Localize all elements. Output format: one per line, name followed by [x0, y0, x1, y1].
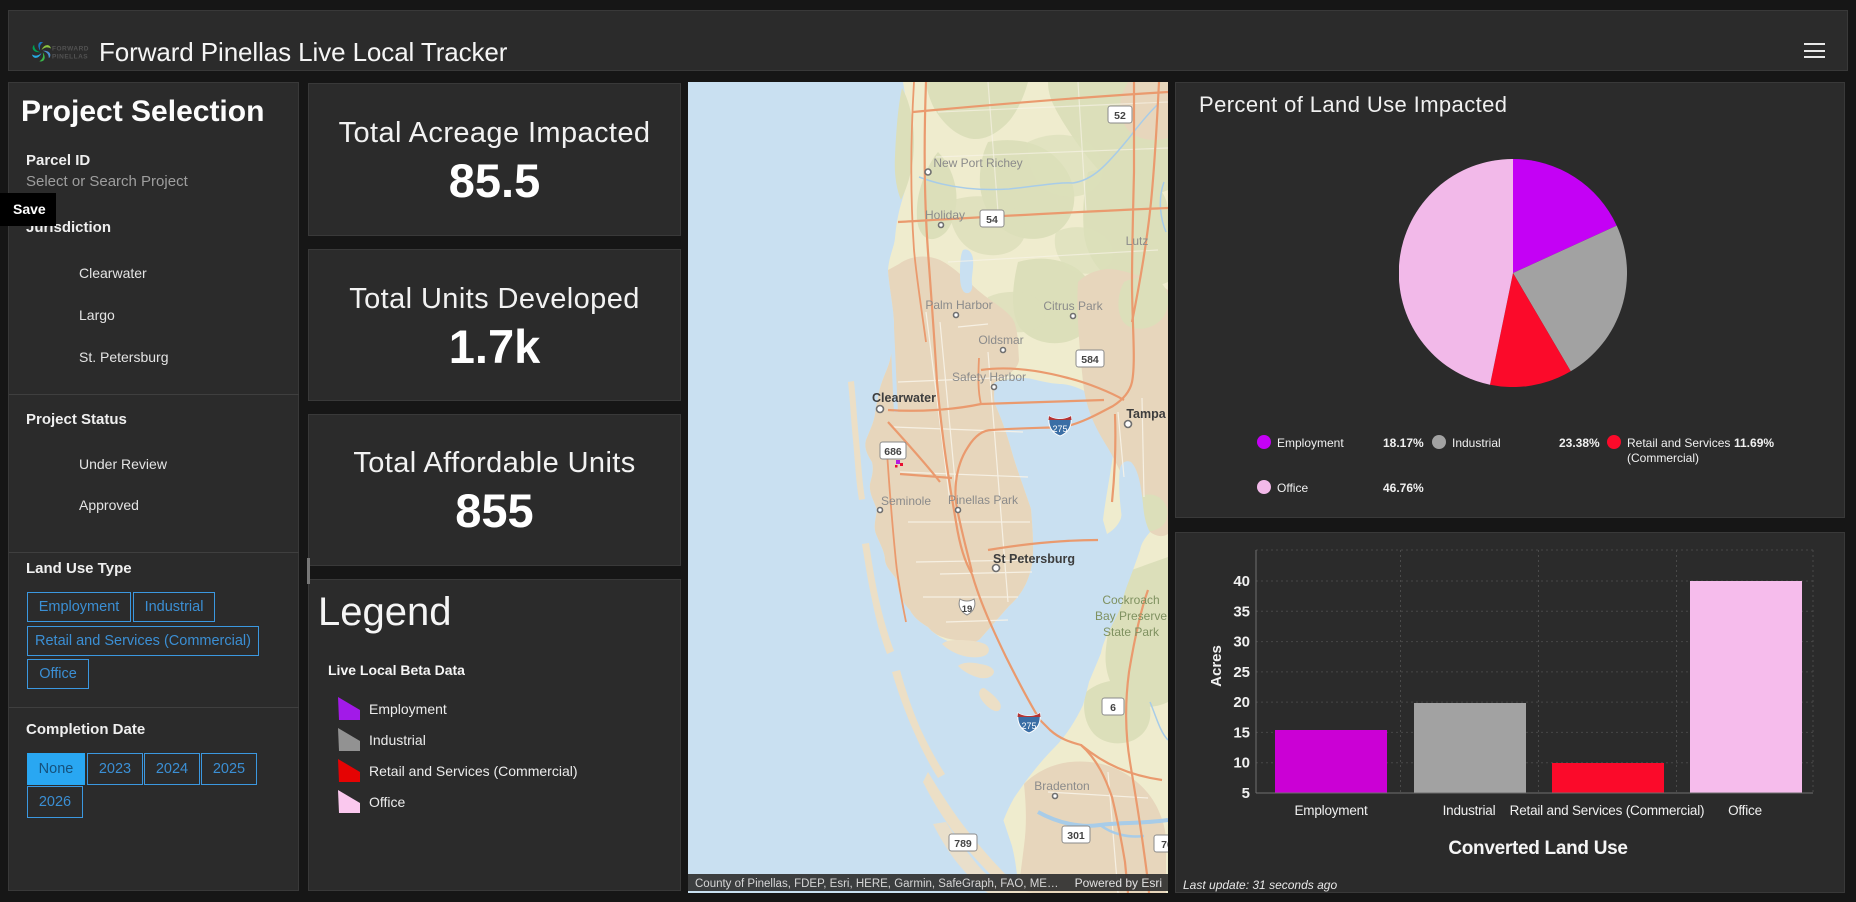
- svg-text:19: 19: [962, 604, 973, 615]
- svg-text:Seminole: Seminole: [881, 494, 931, 508]
- svg-text:Powered by Esri: Powered by Esri: [1075, 876, 1162, 890]
- svg-text:Industrial: Industrial: [1443, 803, 1496, 818]
- svg-text:Cockroach: Cockroach: [1102, 593, 1159, 607]
- svg-text:Bay Preserve: Bay Preserve: [1095, 609, 1167, 623]
- svg-text:789: 789: [954, 838, 972, 850]
- svg-text:275: 275: [1052, 424, 1067, 434]
- svg-text:Citrus Park: Citrus Park: [1043, 299, 1103, 313]
- svg-text:Retail and Services (Commercia: Retail and Services (Commercial): [1510, 803, 1705, 818]
- svg-text:54: 54: [986, 214, 998, 226]
- svg-text:Tampa: Tampa: [1126, 407, 1166, 421]
- svg-text:70: 70: [1161, 839, 1168, 851]
- svg-text:30: 30: [1233, 634, 1250, 651]
- svg-text:FORWARD: FORWARD: [52, 46, 89, 53]
- svg-text:5: 5: [1242, 785, 1250, 802]
- svg-text:Office: Office: [1728, 803, 1762, 818]
- svg-text:40: 40: [1233, 573, 1250, 590]
- svg-text:20: 20: [1233, 694, 1250, 711]
- svg-text:Holiday: Holiday: [925, 208, 965, 222]
- svg-text:35: 35: [1233, 603, 1250, 620]
- svg-text:Oldsmar: Oldsmar: [978, 333, 1023, 347]
- svg-text:52: 52: [1114, 110, 1126, 122]
- svg-text:584: 584: [1081, 354, 1099, 366]
- svg-text:Lutz: Lutz: [1126, 234, 1149, 248]
- svg-text:15: 15: [1233, 724, 1250, 741]
- svg-text:6: 6: [1110, 702, 1116, 714]
- svg-text:275: 275: [1021, 721, 1036, 731]
- svg-text:25: 25: [1233, 664, 1250, 681]
- svg-text:Clearwater: Clearwater: [872, 391, 936, 405]
- svg-text:Converted Land Use: Converted Land Use: [1448, 838, 1627, 859]
- svg-text:New Port Richey: New Port Richey: [933, 156, 1022, 170]
- svg-text:Palm Harbor: Palm Harbor: [925, 298, 992, 312]
- svg-text:State Park: State Park: [1103, 625, 1160, 639]
- svg-text:Pinellas Park: Pinellas Park: [948, 493, 1019, 507]
- svg-text:686: 686: [884, 446, 902, 458]
- svg-text:Safety Harbor: Safety Harbor: [952, 370, 1026, 384]
- svg-text:10: 10: [1233, 755, 1250, 772]
- svg-text:Last update: 31 seconds ago: Last update: 31 seconds ago: [1183, 878, 1337, 892]
- svg-text:Acres: Acres: [1208, 645, 1225, 687]
- svg-text:301: 301: [1067, 830, 1085, 842]
- svg-text:Employment: Employment: [1294, 803, 1367, 818]
- svg-text:PINELLAS: PINELLAS: [52, 54, 88, 61]
- svg-text:Bradenton: Bradenton: [1034, 779, 1089, 793]
- svg-text:County of Pinellas, FDEP, Esri: County of Pinellas, FDEP, Esri, HERE, Ga…: [695, 878, 1058, 890]
- svg-text:St Petersburg: St Petersburg: [993, 552, 1075, 566]
